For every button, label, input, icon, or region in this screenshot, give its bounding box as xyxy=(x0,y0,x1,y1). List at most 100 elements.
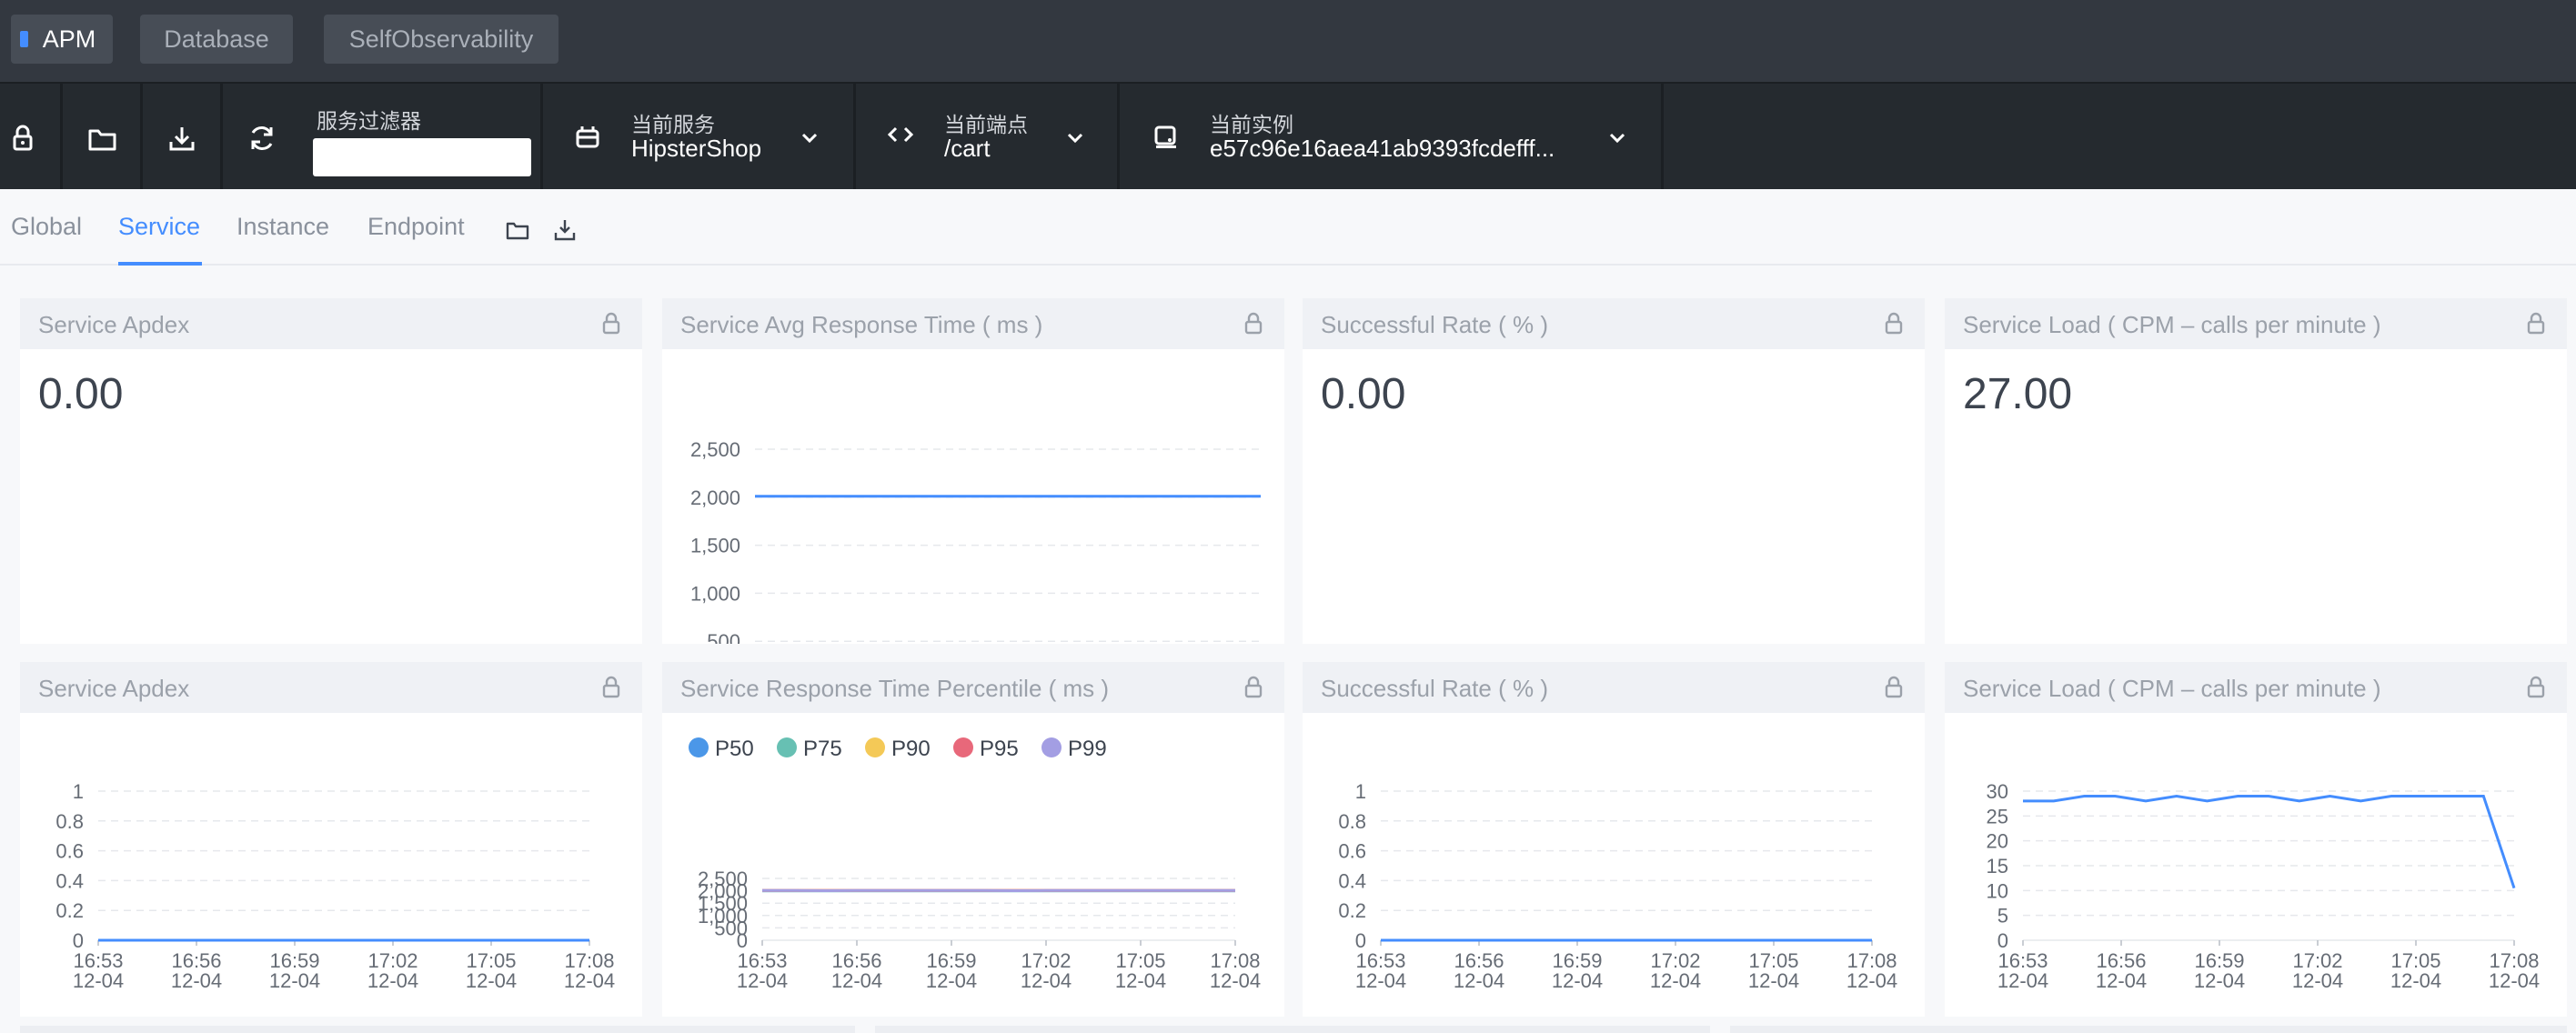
lock-icon[interactable] xyxy=(599,311,624,336)
tab-instance[interactable]: Instance xyxy=(236,213,329,241)
panel-title: Service Apdex xyxy=(38,675,190,702)
lock-icon[interactable] xyxy=(1241,675,1266,700)
panel-successful-rate-chart: Successful Rate ( % ) 0 0.2 0.4 0.6 0.8 1 16:5… xyxy=(1303,662,1925,1017)
toolbar-divider xyxy=(140,84,143,189)
lock-icon[interactable] xyxy=(1881,311,1907,336)
legend-swatch xyxy=(777,737,797,757)
lock-icon[interactable] xyxy=(599,675,624,700)
legend-swatch xyxy=(865,737,885,757)
legend-label: P90 xyxy=(891,737,931,761)
panel-response-percentile: Service Response Time Percentile ( ms ) … xyxy=(662,662,1284,1017)
toolbar-divider xyxy=(1661,84,1664,189)
panel-title: Service Load ( CPM – calls per minute ) xyxy=(1963,675,2381,702)
tab-active-underline xyxy=(118,262,202,266)
download-icon[interactable] xyxy=(164,120,200,156)
service-filter-label: 服务过滤器 xyxy=(317,109,421,133)
folder-icon[interactable] xyxy=(504,216,531,244)
lock-icon[interactable] xyxy=(2523,675,2549,700)
lock-icon[interactable] xyxy=(5,120,42,156)
toolbar: 服务过滤器 当前服务 HipsterShop 当前端点 /cart 当前实例 e… xyxy=(0,82,2576,189)
download-icon[interactable] xyxy=(551,216,579,244)
panel-service-load-chart: Service Load ( CPM – calls per minute ) … xyxy=(1945,662,2567,1017)
lock-icon[interactable] xyxy=(2523,311,2549,336)
tab-endpoint[interactable]: Endpoint xyxy=(367,213,465,241)
y-tick-label: 1 xyxy=(1355,780,1366,803)
y-tick-label: 1 xyxy=(73,780,84,803)
nav-database-button[interactable]: Database xyxy=(140,15,293,64)
legend-label: P99 xyxy=(1068,737,1107,761)
chevron-down-icon[interactable] xyxy=(1057,120,1093,156)
nav-selfobservability-button[interactable]: SelfObservability xyxy=(324,15,558,64)
panel-title: Service Apdex xyxy=(38,311,190,338)
nav-selfobservability-label: SelfObservability xyxy=(348,25,534,53)
panel-avg-response-time: Service Avg Response Time ( ms ) 05001,0… xyxy=(662,298,1284,644)
x-tick-date: 12-04 xyxy=(1454,969,1504,992)
chevron-down-icon[interactable] xyxy=(791,120,828,156)
y-tick-label: 2,000 xyxy=(690,486,740,509)
y-tick-label: 1,500 xyxy=(690,535,740,557)
x-tick-date: 12-04 xyxy=(367,969,418,992)
panel-title: Service Load ( CPM – calls per minute ) xyxy=(1963,311,2381,338)
y-tick-label: 30 xyxy=(1987,780,2008,803)
current-endpoint-label: 当前端点 xyxy=(944,113,1028,136)
y-tick-label: 25 xyxy=(1987,805,2008,827)
service-apdex-chart: 00.20.40.60.8116:5312-0416:5612-0416:591… xyxy=(55,780,615,992)
x-tick-date: 12-04 xyxy=(1748,969,1799,992)
folder-icon[interactable] xyxy=(84,120,120,156)
toolbar-divider xyxy=(220,84,223,189)
tab-global[interactable]: Global xyxy=(11,213,82,241)
panel-header: Service Apdex xyxy=(20,662,642,713)
next-panel-edge xyxy=(1730,1026,2567,1033)
panel-service-apdex-chart: Service Apdex 0 0.2 0.4 0.6 0.8 1 16:53 12-04 16… xyxy=(20,662,642,1017)
x-tick-date: 12-04 xyxy=(1115,969,1166,992)
current-service-label: 当前服务 xyxy=(631,113,715,136)
service-filter-input[interactable] xyxy=(313,138,531,176)
refresh-icon[interactable] xyxy=(244,120,280,156)
y-tick-label: 10 xyxy=(1987,879,2008,902)
x-tick-date: 12-04 xyxy=(1846,969,1897,992)
x-tick-date: 12-04 xyxy=(1552,969,1603,992)
panel-header: Service Load ( CPM – calls per minute ) xyxy=(1945,298,2567,349)
y-tick-label: 0.8 xyxy=(55,810,84,833)
legend-label: P75 xyxy=(803,737,842,761)
top-nav: APM Database SelfObservability xyxy=(0,0,2576,82)
x-tick-date: 12-04 xyxy=(2194,969,2245,992)
x-tick-date: 12-04 xyxy=(564,969,615,992)
metric-value: 0.00 xyxy=(38,370,124,418)
nav-apm-button[interactable]: APM xyxy=(11,15,113,64)
x-tick-date: 12-04 xyxy=(1355,969,1406,992)
panel-header: Service Avg Response Time ( ms ) xyxy=(662,298,1284,349)
panel-header: Service Load ( CPM – calls per minute ) xyxy=(1945,662,2567,713)
panel-title: Successful Rate ( % ) xyxy=(1321,311,1548,338)
chevron-down-icon[interactable] xyxy=(1599,120,1635,156)
panel-title: Service Avg Response Time ( ms ) xyxy=(680,311,1043,338)
response-percentile-chart: P50 P75 P90 P95 P9905001,0001,5002,0002,5001… xyxy=(689,737,1261,992)
lock-icon[interactable] xyxy=(1241,311,1266,336)
tab-service[interactable]: Service xyxy=(118,213,200,241)
toolbar-divider xyxy=(540,84,543,189)
metric-value: 0.00 xyxy=(1321,370,1406,418)
successful-rate-chart: 00.20.40.60.8116:5312-0416:5612-0416:591… xyxy=(1338,780,1897,992)
current-instance-value[interactable]: e57c96e16aea41ab9393fcdefff... xyxy=(1210,135,1583,163)
panel-title: Successful Rate ( % ) xyxy=(1321,675,1548,702)
x-tick-date: 12-04 xyxy=(1210,969,1261,992)
y-tick-label: 500 xyxy=(707,630,740,644)
active-indicator xyxy=(20,31,28,47)
x-tick-date: 12-04 xyxy=(466,969,517,992)
x-tick-date: 12-04 xyxy=(2292,969,2343,992)
next-panel-edge xyxy=(20,1026,855,1033)
x-tick-date: 12-04 xyxy=(831,969,882,992)
y-tick-label: 2,500 xyxy=(690,438,740,461)
next-panel-edge xyxy=(875,1026,1710,1033)
panel-header: Service Response Time Percentile ( ms ) xyxy=(662,662,1284,713)
panel-header: Successful Rate ( % ) xyxy=(1303,662,1925,713)
lock-icon[interactable] xyxy=(1881,675,1907,700)
y-tick-label: 0.4 xyxy=(1338,869,1366,892)
service-icon xyxy=(569,118,606,155)
metric-value: 27.00 xyxy=(1963,370,2073,418)
x-tick-date: 12-04 xyxy=(1997,969,2048,992)
current-endpoint-value[interactable]: /cart xyxy=(944,135,1053,163)
panel-successful-rate-value: Successful Rate ( % ) 0.00 xyxy=(1303,298,1925,644)
current-service-value[interactable]: HipsterShop xyxy=(631,135,795,163)
panel-service-load-value: Service Load ( CPM – calls per minute ) … xyxy=(1945,298,2567,644)
